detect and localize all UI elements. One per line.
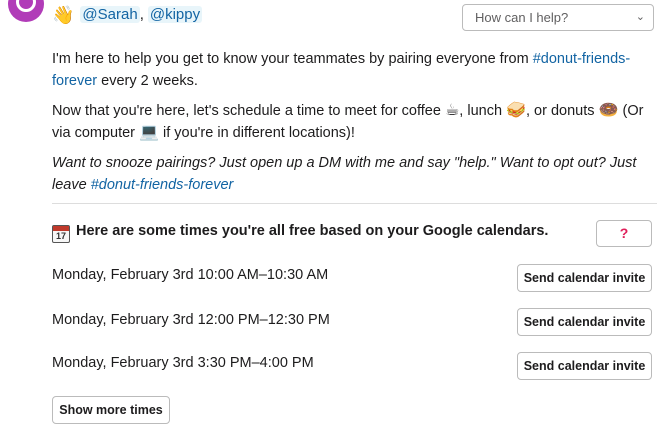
intro-suffix: every 2 weeks.: [101, 73, 198, 89]
mentions-line: 👋 @Sarah, @kippy: [52, 4, 203, 26]
mention-separator: ,: [139, 6, 144, 23]
divider: [52, 203, 657, 204]
computer-emoji-icon: 💻: [139, 124, 159, 141]
calendar-header: 17 Here are some times you're all free ba…: [52, 220, 548, 243]
send-calendar-invite-button-3[interactable]: Send calendar invite: [517, 352, 652, 380]
schedule-text: Now that you're here, let's schedule a t…: [52, 103, 441, 119]
calendar-header-text: Here are some times you're all free base…: [76, 223, 549, 239]
donuts-text: , or donuts: [525, 103, 595, 119]
bot-avatar[interactable]: [8, 0, 44, 22]
time-slot-3: Monday, February 3rd 3:30 PM–4:00 PM: [52, 355, 314, 371]
sandwich-emoji-icon: 🥪: [506, 102, 526, 119]
coffee-emoji-icon: ☕: [444, 102, 460, 119]
show-more-times-button[interactable]: Show more times: [52, 396, 170, 424]
lunch-text: , lunch: [459, 103, 503, 119]
help-select[interactable]: How can I help? ⌄: [462, 4, 654, 31]
send-calendar-invite-button-1[interactable]: Send calendar invite: [517, 264, 652, 292]
help-question-button[interactable]: ?: [596, 220, 652, 247]
time-slot-2: Monday, February 3rd 12:00 PM–12:30 PM: [52, 312, 330, 328]
help-select-placeholder: How can I help?: [475, 10, 569, 25]
send-calendar-invite-button-2[interactable]: Send calendar invite: [517, 308, 652, 336]
snooze-paragraph: Want to snooze pairings? Just open up a …: [52, 152, 662, 196]
schedule-paragraph: Now that you're here, let's schedule a t…: [52, 100, 662, 144]
wave-emoji-icon: 👋: [52, 5, 75, 25]
snooze-channel-link[interactable]: #donut-friends-forever: [91, 177, 234, 193]
mention-kippy[interactable]: @kippy: [147, 6, 203, 23]
calendar-icon: 17: [52, 225, 70, 243]
different-locations-text: if you're in different locations)!: [163, 125, 355, 141]
time-slot-1: Monday, February 3rd 10:00 AM–10:30 AM: [52, 267, 329, 283]
donut-emoji-icon: 🍩: [598, 102, 619, 119]
intro-paragraph: I'm here to help you get to know your te…: [52, 48, 662, 92]
chevron-down-icon: ⌄: [635, 11, 645, 23]
intro-text: I'm here to help you get to know your te…: [52, 51, 529, 67]
mention-sarah[interactable]: @Sarah: [80, 6, 140, 23]
donut-logo-icon: [16, 0, 36, 12]
